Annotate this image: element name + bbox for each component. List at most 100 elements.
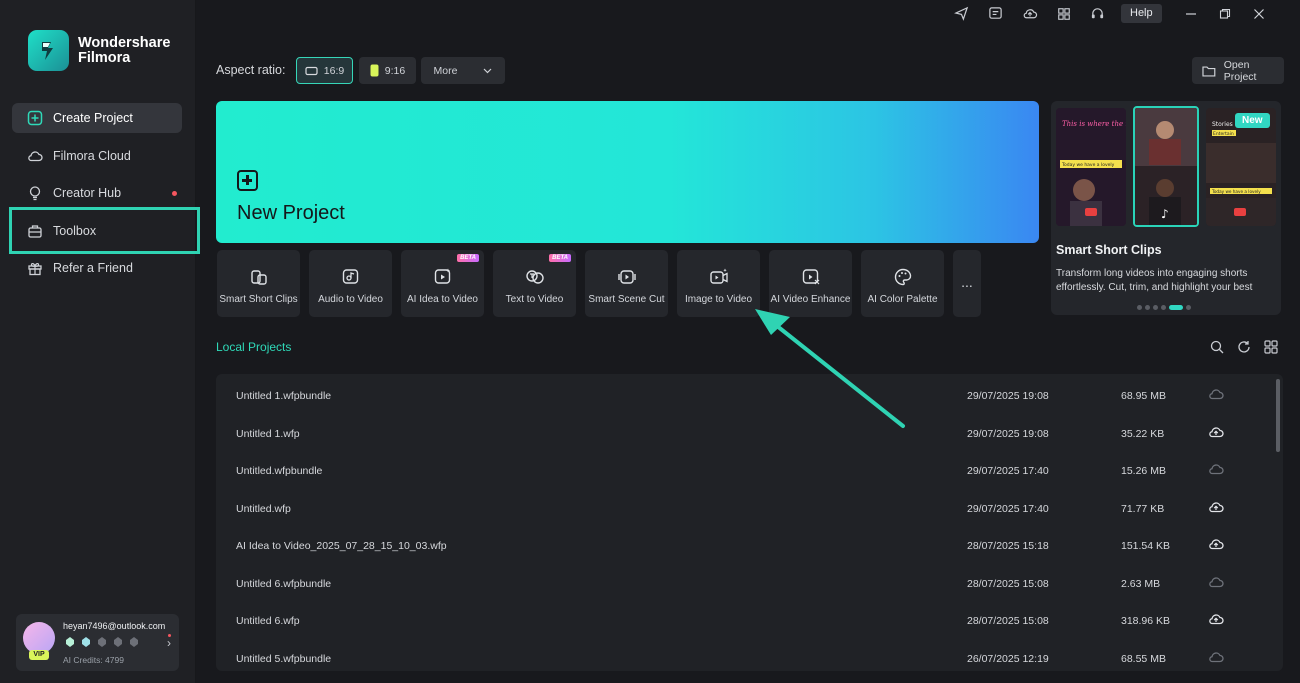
- sidebar-item-label: Creator Hub: [53, 186, 122, 200]
- tool-ai-idea-to-video[interactable]: BETA AI Idea to Video: [401, 250, 484, 317]
- carousel-dot[interactable]: [1153, 305, 1158, 310]
- promo-description: Transform long videos into engaging shor…: [1056, 268, 1253, 293]
- grid-view-icon[interactable]: [1264, 340, 1278, 354]
- tool-ai-video-enhance[interactable]: AI Video Enhance: [769, 250, 852, 317]
- portrait-icon: [370, 64, 379, 77]
- svg-text:♪: ♪: [1161, 207, 1169, 221]
- project-size: 2.63 MB: [1121, 577, 1161, 590]
- cloud-upload-icon[interactable]: [1208, 500, 1224, 514]
- text-to-video-icon: [526, 270, 544, 284]
- tool-image-to-video[interactable]: Image to Video: [677, 250, 760, 317]
- new-project-title: New Project: [237, 202, 345, 224]
- scrollbar[interactable]: [1276, 379, 1280, 452]
- project-date: 29/07/2025 17:40: [967, 465, 1049, 477]
- folder-icon: [1202, 65, 1216, 77]
- tool-text-to-video[interactable]: BETA Text to Video: [493, 250, 576, 317]
- badge-icon: [114, 637, 122, 647]
- table-row[interactable]: Untitled 1.wfp 29/07/2025 19:08 35.22 KB: [216, 414, 1276, 451]
- table-row[interactable]: AI Idea to Video_2025_07_28_15_10_03.wfp…: [216, 526, 1276, 563]
- restore-icon[interactable]: [1218, 7, 1232, 21]
- tool-smart-scene-cut[interactable]: Smart Scene Cut: [585, 250, 668, 317]
- aspect-9-16-button[interactable]: 9:16: [359, 57, 416, 84]
- aspect-more-dropdown[interactable]: More: [421, 57, 505, 84]
- badge-icon: [66, 637, 74, 647]
- project-name: Untitled 6.wfpbundle: [236, 577, 332, 590]
- title-bar-controls: Help: [953, 4, 1286, 23]
- more-tools-button[interactable]: ...: [953, 250, 981, 317]
- project-date: 26/07/2025 12:19: [967, 652, 1049, 665]
- new-project-plus-icon: [237, 170, 258, 191]
- sidebar-item-label: Refer a Friend: [53, 261, 133, 275]
- thumbnail-caption: Today we have a lovely: [1211, 189, 1261, 194]
- refresh-icon[interactable]: [1237, 340, 1251, 354]
- cloud-upload-icon[interactable]: [1208, 537, 1224, 551]
- carousel-dot[interactable]: [1186, 305, 1191, 310]
- promo-title: Smart Short Clips: [1056, 243, 1162, 257]
- image-to-video-icon: [710, 268, 728, 284]
- brand-name: Wondershare Filmora: [78, 35, 170, 66]
- aspect-16-9-button[interactable]: 16:9: [296, 57, 353, 84]
- ai-credits: AI Credits: 4799: [63, 655, 124, 665]
- chevron-right-icon[interactable]: ›: [167, 636, 171, 650]
- carousel-dot[interactable]: [1145, 305, 1150, 310]
- table-row[interactable]: Untitled 6.wfpbundle 28/07/2025 15:08 2.63…: [216, 564, 1276, 601]
- sidebar-item-creator-hub[interactable]: Creator Hub: [12, 178, 182, 208]
- user-badges: [65, 636, 139, 648]
- landscape-icon: [305, 66, 318, 75]
- gift-icon: [28, 263, 42, 276]
- local-projects-title: Local Projects: [216, 340, 292, 354]
- project-size: 68.95 MB: [1121, 390, 1166, 402]
- cloud-upload-icon[interactable]: [1208, 425, 1224, 439]
- project-name: Untitled 5.wfpbundle: [236, 652, 332, 665]
- carousel-dot-active[interactable]: [1169, 305, 1183, 310]
- table-row[interactable]: Untitled.wfp 29/07/2025 17:40 71.77 KB: [216, 489, 1276, 526]
- table-row[interactable]: Untitled 5.wfpbundle 26/07/2025 12:19 68.5…: [216, 639, 1276, 672]
- project-date: 28/07/2025 15:18: [967, 540, 1049, 552]
- toolbox-highlight-annotation: [9, 207, 200, 254]
- cloud-synced-icon: [1209, 464, 1224, 475]
- cloud-upload-icon[interactable]: [1208, 612, 1224, 626]
- sidebar-item-filmora-cloud[interactable]: Filmora Cloud: [12, 141, 182, 171]
- open-project-button[interactable]: Open Project: [1192, 57, 1284, 84]
- table-row[interactable]: Untitled 6.wfp 28/07/2025 15:08 318.96 KB: [216, 601, 1276, 638]
- send-icon[interactable]: [953, 5, 970, 22]
- project-date: 28/07/2025 15:08: [967, 615, 1049, 627]
- apps-grid-icon[interactable]: [1055, 5, 1072, 22]
- tool-smart-short-clips[interactable]: Smart Short Clips: [217, 250, 300, 317]
- project-size: 151.54 KB: [1121, 540, 1171, 552]
- feedback-icon[interactable]: [987, 5, 1004, 22]
- cloud-upload-icon[interactable]: [1021, 5, 1038, 22]
- filmora-start-screen: Wondershare Filmora Create Project Filmo…: [0, 0, 1300, 683]
- headset-icon[interactable]: [1089, 5, 1106, 22]
- tool-ai-color-palette[interactable]: AI Color Palette: [861, 250, 944, 317]
- project-name: Untitled 1.wfpbundle: [236, 390, 332, 402]
- user-account-card[interactable]: VIP heyan7496@outlook.com AI Credits: 47…: [16, 614, 179, 671]
- badge-icon: [98, 637, 106, 647]
- promo-carousel[interactable]: This is where the magic happens Today we…: [1051, 101, 1281, 315]
- project-size: 71.77 KB: [1121, 502, 1165, 515]
- carousel-dot[interactable]: [1161, 305, 1166, 310]
- ai-video-enhance-icon: [802, 269, 820, 285]
- new-project-card[interactable]: New Project: [216, 101, 1039, 243]
- cloud-synced-icon: [1209, 651, 1224, 662]
- tool-label: Smart Short Clips: [219, 294, 298, 305]
- table-row[interactable]: Untitled 1.wfpbundle 29/07/2025 19:08 68.9…: [216, 376, 1276, 413]
- minimize-icon[interactable]: [1184, 7, 1198, 21]
- thumbnail-label: Entertain: [1213, 131, 1234, 137]
- project-date: 29/07/2025 17:40: [967, 502, 1049, 515]
- carousel-dot[interactable]: [1137, 305, 1142, 310]
- tool-label: Image to Video: [684, 294, 753, 305]
- sidebar-item-label: Filmora Cloud: [53, 148, 131, 163]
- search-icon[interactable]: [1210, 340, 1224, 354]
- close-icon[interactable]: [1252, 7, 1266, 21]
- help-button[interactable]: Help: [1121, 4, 1162, 23]
- table-row[interactable]: Untitled.wfpbundle 29/07/2025 17:40 15.26 …: [216, 451, 1276, 488]
- promo-thumbnail-2: ♪: [1133, 106, 1199, 227]
- sidebar-item-refer-a-friend[interactable]: Refer a Friend: [12, 253, 182, 283]
- ai-idea-to-video-icon: [434, 268, 451, 284]
- chevron-down-icon: [484, 68, 492, 73]
- beta-badge: BETA: [549, 254, 571, 262]
- sidebar-item-create-project[interactable]: Create Project: [12, 103, 182, 133]
- badge-icon: [82, 637, 90, 647]
- tool-audio-to-video[interactable]: Audio to Video: [309, 250, 392, 317]
